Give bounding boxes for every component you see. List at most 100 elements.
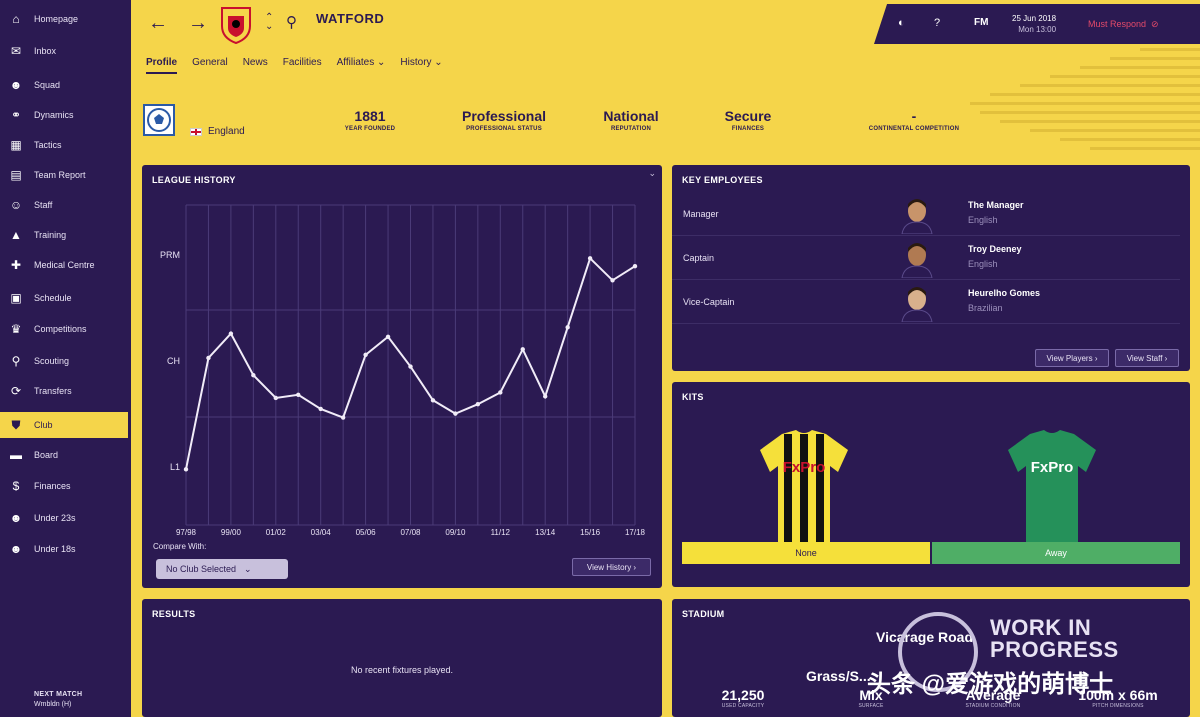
- stadium-title: STADIUM: [682, 609, 725, 619]
- employee-name[interactable]: Heurelho Gomes: [968, 288, 1040, 298]
- away-kit-label[interactable]: Away: [932, 542, 1180, 564]
- x-tick-label: 17/18: [625, 528, 646, 537]
- tab-news[interactable]: News: [243, 57, 268, 74]
- sidebar-item-team-report[interactable]: ▤ Team Report: [0, 162, 131, 188]
- training-icon: ▲: [10, 228, 22, 242]
- fm-menu-button[interactable]: FM: [974, 17, 988, 28]
- away-kit-image[interactable]: FxPro: [1002, 428, 1102, 546]
- date-text: 25 Jun 2018: [1012, 14, 1057, 23]
- under23-icon: ☻: [9, 511, 23, 525]
- continental-competition-value: -: [911, 108, 917, 124]
- tab-affiliates[interactable]: Affiliates ⌄: [337, 57, 386, 74]
- sidebar-item-competitions[interactable]: ♛ Competitions: [0, 316, 131, 342]
- sidebar-item-training[interactable]: ▲ Training: [0, 222, 131, 248]
- next-match[interactable]: NEXT MATCH Wmbldn (H): [34, 690, 82, 710]
- sidebar-item-under-23s[interactable]: ☻ Under 23s: [0, 505, 131, 531]
- employee-nationality: Brazilian: [968, 303, 1003, 313]
- season-point: [363, 352, 368, 358]
- squad-icon: ☻: [9, 78, 23, 92]
- finances-label: FINANCES: [731, 126, 765, 132]
- sidebar-item-finances[interactable]: $ Finances: [0, 473, 131, 499]
- season-point: [408, 364, 413, 369]
- results-title: RESULTS: [152, 609, 196, 619]
- help-icon[interactable]: ?: [934, 17, 940, 29]
- results-empty-text: No recent fixtures played.: [350, 665, 454, 675]
- year-founded-stat: 1881 YEAR FOUNDED: [330, 108, 410, 132]
- tab-facilities[interactable]: Facilities: [283, 57, 322, 74]
- finances-value: Secure: [724, 108, 772, 124]
- view-history-button[interactable]: View History ›: [572, 558, 651, 576]
- page-title: WATFORD: [316, 11, 385, 26]
- employee-avatar[interactable]: [900, 240, 934, 278]
- social-icon[interactable]: ◐: [898, 17, 905, 29]
- league-history-chart: PRM CH L1 97/98 99/00 01/02 03/04 05/06 07/08 09/…: [160, 204, 646, 537]
- sidebar-item-scouting[interactable]: ⚲ Scouting: [0, 348, 131, 374]
- y-tick-label: PRM: [160, 250, 180, 260]
- sidebar-item-tactics[interactable]: ▦ Tactics: [0, 132, 131, 158]
- continue-button[interactable]: Must Respond ⊘: [1088, 19, 1159, 30]
- employee-nationality: English: [968, 259, 998, 269]
- magnifier-icon: ⚲: [11, 354, 21, 368]
- x-tick-label: 05/06: [356, 528, 377, 537]
- sidebar-item-schedule[interactable]: ▣ Schedule: [0, 285, 131, 311]
- wip-line2: PROGRESS: [990, 637, 1119, 662]
- tab-general[interactable]: General: [192, 57, 228, 74]
- employee-row[interactable]: Manager The Manager English: [672, 192, 1180, 236]
- game-date[interactable]: 25 Jun 2018 Mon 13:00: [1012, 13, 1056, 35]
- sidebar-item-under-18s[interactable]: ☻ Under 18s: [0, 536, 131, 562]
- employee-avatar[interactable]: [900, 196, 934, 234]
- forward-icon[interactable]: →: [188, 12, 208, 35]
- x-tick-label: 99/00: [221, 528, 242, 537]
- capacity-label: USED CAPACITY: [721, 703, 765, 709]
- employee-avatar[interactable]: [900, 284, 934, 322]
- nation-label: England: [208, 126, 245, 137]
- sidebar-item-label: Medical Centre: [34, 260, 95, 270]
- chevron-down-icon: ⌄: [244, 563, 252, 574]
- sidebar-item-transfers[interactable]: ⟳ Transfers: [0, 378, 131, 404]
- away-kit-sponsor: FxPro: [1031, 459, 1074, 476]
- x-tick-label: 13/14: [535, 528, 556, 537]
- season-point: [543, 394, 548, 399]
- ball-icon: [147, 108, 171, 132]
- sidebar-item-board[interactable]: ▬ Board: [0, 442, 131, 468]
- sidebar-item-staff[interactable]: ☺ Staff: [0, 192, 131, 218]
- employee-name[interactable]: Troy Deeney: [968, 244, 1022, 254]
- season-point: [385, 334, 391, 339]
- trophy-icon: ♛: [10, 322, 22, 336]
- employee-row[interactable]: Captain Troy Deeney English: [672, 236, 1180, 280]
- home-icon: ⌂: [12, 12, 20, 26]
- back-icon[interactable]: ←: [148, 12, 168, 35]
- club-nation[interactable]: England: [190, 126, 245, 137]
- wip-line1: WORK IN: [990, 615, 1092, 640]
- view-staff-button[interactable]: View Staff ›: [1115, 349, 1179, 367]
- sidebar-item-label: Homepage: [34, 14, 79, 24]
- sidebar-item-squad[interactable]: ☻ Squad: [0, 72, 131, 98]
- sidebar-item-inbox[interactable]: ✉ Inbox: [0, 38, 131, 64]
- continue-label: Must Respond: [1088, 19, 1147, 29]
- employee-row[interactable]: Vice-Captain Heurelho Gomes Brazilian: [672, 280, 1180, 324]
- search-icon[interactable]: ⚲: [286, 13, 297, 31]
- finances-stat: Secure FINANCES: [696, 108, 800, 132]
- header-stripe: [970, 102, 1200, 105]
- status-bar: ◐ ? FM 25 Jun 2018 Mon 13:00 Must Respon…: [874, 4, 1200, 44]
- sidebar-item-homepage[interactable]: ⌂ Homepage: [0, 6, 131, 32]
- kits-title: KITS: [682, 392, 704, 402]
- home-kit-label[interactable]: None: [682, 542, 930, 564]
- under18-icon: ☻: [9, 542, 23, 556]
- sidebar-item-medical-centre[interactable]: ✚ Medical Centre: [0, 252, 131, 278]
- y-tick-label: CH: [167, 356, 180, 366]
- season-point: [632, 263, 638, 269]
- report-icon: ▤: [10, 168, 22, 182]
- view-players-button[interactable]: View Players ›: [1035, 349, 1109, 367]
- employee-name[interactable]: The Manager: [968, 200, 1024, 210]
- tab-history[interactable]: History ⌄: [400, 57, 442, 74]
- compare-club-select[interactable]: No Club Selected ⌄: [156, 559, 288, 579]
- sidebar-item-dynamics[interactable]: ⚭ Dynamics: [0, 102, 131, 128]
- tab-profile[interactable]: Profile: [146, 57, 178, 74]
- home-kit-image[interactable]: FxPro: [754, 428, 854, 546]
- sidebar-item-label: Staff: [34, 200, 53, 210]
- sidebar-item-club[interactable]: ⛊ Club: [0, 412, 128, 438]
- club-switch-icon[interactable]: ⌃ ⌄: [265, 13, 273, 32]
- league-history-panel: LEAGUE HISTORY ⌄ PRM CH L1 97/98 99/00 01/02 0…: [142, 165, 662, 588]
- sidebar-item-label: Schedule: [34, 293, 72, 303]
